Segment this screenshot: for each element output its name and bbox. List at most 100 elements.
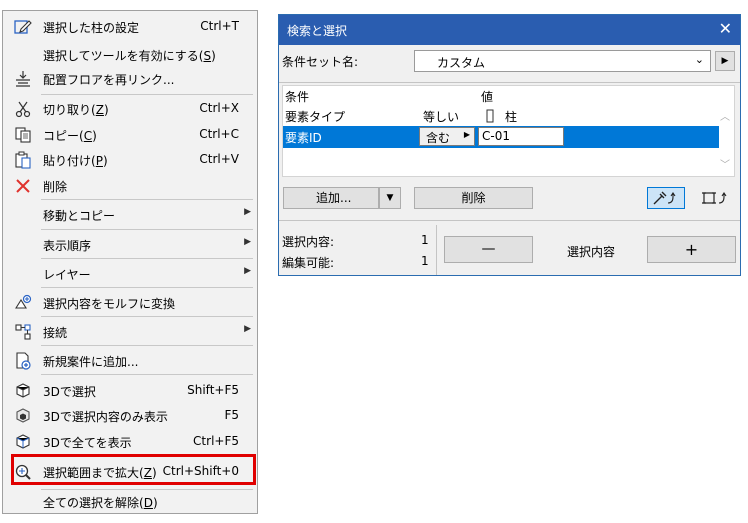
menu-item-select-activate-tool[interactable]: 選択してツールを有効にする(S): [3, 43, 257, 67]
add-button-label: 追加...: [316, 191, 352, 205]
menu-item-label: コピー: [43, 129, 80, 143]
menu-item-shortcut: Ctrl+F5: [193, 434, 239, 448]
submenu-arrow-icon: ▶: [244, 324, 251, 334]
criteria-set-dropdown[interactable]: カスタム ⌄: [414, 50, 711, 72]
selection-label: 選択内容:: [282, 235, 335, 249]
3d-show-selection-icon: [13, 406, 33, 426]
editable-label: 編集可能:: [282, 256, 335, 270]
menu-item-label: 3Dで選択内容のみ表示: [43, 410, 168, 424]
row-criteria: 要素ID: [285, 131, 322, 145]
new-issue-icon: [13, 351, 33, 371]
table-row[interactable]: 要素タイプ 等しい 柱: [283, 106, 719, 126]
menu-separator: [41, 374, 253, 375]
menu-item-label: 3Dで選択: [43, 385, 96, 399]
chevron-down-icon: ⌄: [694, 53, 704, 66]
minus-icon: —: [481, 241, 496, 257]
menu-item-move-copy[interactable]: 移動とコピー ▶: [3, 203, 257, 227]
criteria-set-value: カスタム: [437, 56, 486, 70]
menu-item-shortcut: Shift+F5: [187, 383, 239, 397]
dialog-title-bar: 検索と選択 ✕: [279, 15, 740, 45]
submenu-arrow-icon: ▶: [244, 207, 251, 217]
close-icon[interactable]: ✕: [719, 19, 732, 38]
selection-center-label: 選択内容: [567, 245, 616, 259]
menu-item-convert-to-morph[interactable]: 選択内容をモルフに変換: [3, 291, 257, 315]
divider: [279, 82, 740, 83]
submenu-arrow-icon: ▶: [244, 266, 251, 276]
menu-separator: [41, 258, 253, 259]
remove-from-selection-button[interactable]: —: [444, 236, 533, 263]
dialog-title: 検索と選択: [287, 24, 348, 38]
add-dropdown-button[interactable]: ▼: [379, 187, 401, 209]
copy-icon: [13, 125, 33, 145]
menu-item-show-selection-3d[interactable]: 3Dで選択内容のみ表示 F5: [3, 404, 257, 428]
menu-item-column-settings[interactable]: 選択した柱の設定 Ctrl+T: [3, 15, 257, 39]
scroll-up-icon[interactable]: ︿: [720, 108, 730, 123]
selection-count: 1: [421, 233, 429, 247]
delete-x-icon: [13, 176, 33, 196]
menu-item-shortcut: F5: [224, 408, 239, 422]
row-operator: 含む: [426, 131, 451, 145]
column-icon: [485, 109, 495, 126]
context-menu: 選択した柱の設定 Ctrl+T 選択してツールを有効にする(S) 配置フロアを再…: [2, 10, 258, 514]
table-row-selected[interactable]: 要素ID 含む ▶ C-01: [283, 126, 719, 148]
morph-convert-icon: [13, 293, 33, 313]
menu-item-label: 表示順序: [43, 239, 92, 253]
menu-item-label: 新規案件に追加...: [43, 355, 139, 369]
3d-select-icon: [13, 381, 33, 401]
menu-item-mnemonic: Z: [95, 103, 104, 117]
add-to-selection-button[interactable]: +: [647, 236, 736, 263]
criteria-table: 条件 値 要素タイプ 等しい 柱 要素ID 含む ▶ C-01 ︿ ﹀: [282, 85, 735, 177]
pencil-settings-icon: [13, 17, 33, 37]
menu-item-layer[interactable]: レイヤー ▶: [3, 262, 257, 286]
menu-item-show-all-3d[interactable]: 3Dで全てを表示 Ctrl+F5: [3, 430, 257, 454]
chevron-down-icon: ▼: [386, 193, 394, 203]
column-header-value: 値: [481, 90, 494, 104]
connect-icon: [13, 322, 33, 342]
row-value: 柱: [505, 110, 518, 124]
menu-item-shortcut: Ctrl+X: [199, 101, 239, 115]
menu-item-label: 削除: [43, 180, 68, 194]
editable-count: 1: [421, 254, 429, 268]
menu-item-label: 3Dで全てを表示: [43, 436, 132, 450]
menu-item-mnemonic: C: [83, 129, 93, 143]
menu-item-copy[interactable]: コピー(C) Ctrl+C: [3, 123, 257, 147]
divider: [279, 220, 740, 221]
menu-item-display-order[interactable]: 表示順序 ▶: [3, 233, 257, 257]
row-criteria: 要素タイプ: [285, 110, 346, 124]
delete-button[interactable]: 削除: [414, 187, 533, 209]
floor-relink-icon: [13, 69, 33, 89]
menu-item-connect[interactable]: 接続 ▶: [3, 320, 257, 344]
scroll-down-icon[interactable]: ﹀: [720, 156, 730, 171]
add-button[interactable]: 追加...: [283, 187, 379, 209]
3d-show-all-icon: [13, 432, 33, 452]
plus-icon: +: [684, 240, 699, 259]
menu-item-shortcut: Ctrl+V: [199, 152, 239, 166]
find-select-dialog: 検索と選択 ✕ 条件セット名: カスタム ⌄ ▶ 条件 値 要素タイプ 等しい …: [278, 14, 741, 276]
eyedropper-icon: [651, 190, 681, 209]
row-value: C-01: [482, 129, 510, 143]
value-input[interactable]: C-01: [478, 127, 564, 146]
pick-element-button[interactable]: [647, 187, 685, 209]
menu-item-label: レイヤー: [43, 268, 91, 282]
menu-item-label: 貼り付け: [43, 154, 92, 168]
menu-separator: [41, 316, 253, 317]
select-area-button[interactable]: [697, 187, 735, 209]
menu-item-delete[interactable]: 削除: [3, 174, 257, 198]
menu-item-add-new-issue[interactable]: 新規案件に追加...: [3, 349, 257, 373]
highlight-box: [11, 454, 256, 485]
column-header-criteria: 条件: [285, 90, 310, 104]
operator-dropdown[interactable]: 含む ▶: [419, 127, 475, 146]
criteria-set-menu-button[interactable]: ▶: [715, 51, 735, 71]
menu-item-paste[interactable]: 貼り付け(P) Ctrl+V: [3, 148, 257, 172]
menu-item-cut[interactable]: 切り取り(Z) Ctrl+X: [3, 97, 257, 121]
criteria-set-label: 条件セット名:: [282, 55, 359, 69]
menu-item-select-in-3d[interactable]: 3Dで選択 Shift+F5: [3, 379, 257, 403]
menu-item-relink-floor[interactable]: 配置フロアを再リンク...: [3, 67, 257, 91]
menu-separator: [41, 345, 253, 346]
menu-item-deselect-all[interactable]: 全ての選択を解除(D): [3, 490, 257, 514]
menu-item-mnemonic: P: [95, 154, 103, 168]
menu-separator: [41, 199, 253, 200]
menu-item-shortcut: Ctrl+C: [199, 127, 239, 141]
menu-item-label: 移動とコピー: [43, 209, 116, 223]
menu-item-label: 選択してツールを有効にする: [43, 49, 199, 63]
